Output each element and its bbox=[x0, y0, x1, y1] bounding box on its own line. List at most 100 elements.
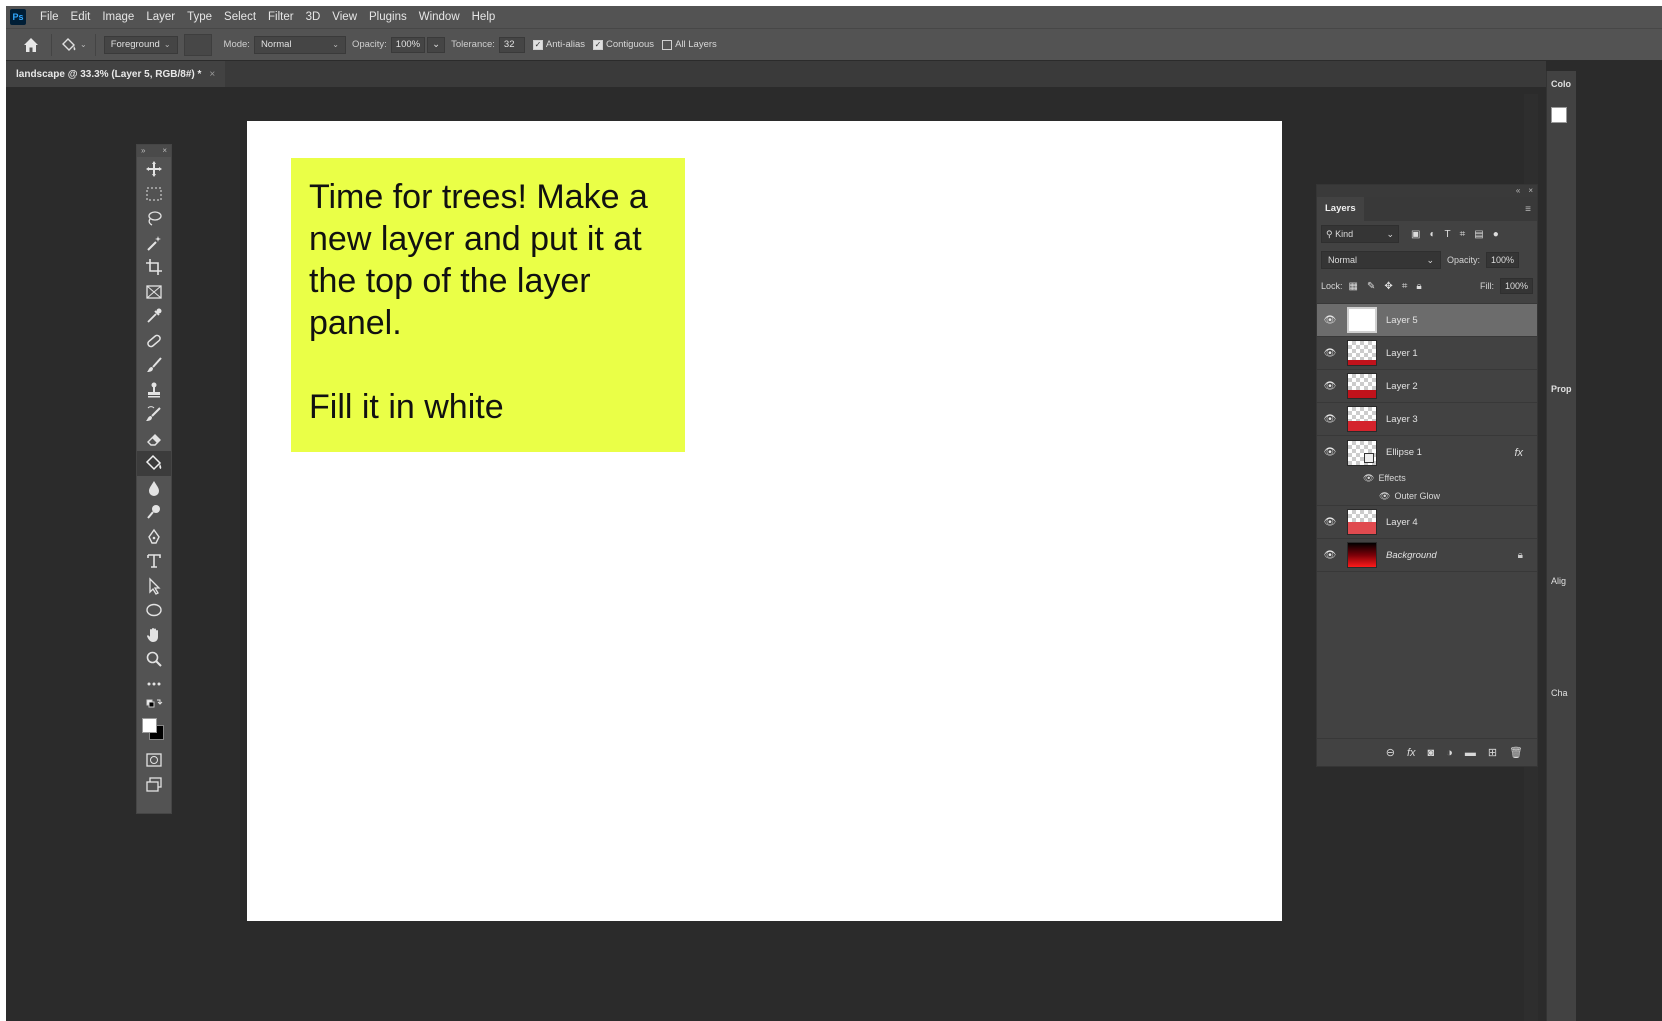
layer-opacity-input[interactable]: 100% bbox=[1486, 252, 1520, 268]
type-tool[interactable] bbox=[137, 549, 171, 574]
visibility-eye-icon[interactable]: 👁︎ bbox=[1317, 447, 1343, 458]
properties-panel-tab[interactable]: Prop bbox=[1551, 384, 1572, 394]
adjustment-layer-icon[interactable]: ◑ bbox=[1446, 747, 1453, 759]
menu-view[interactable]: View bbox=[326, 6, 363, 28]
blur-tool[interactable] bbox=[137, 476, 171, 501]
marquee-tool[interactable] bbox=[137, 182, 171, 207]
paint-bucket-tool[interactable] bbox=[137, 451, 171, 476]
visibility-eye-icon[interactable]: 👁︎ bbox=[1317, 517, 1343, 528]
eyedropper-tool[interactable] bbox=[137, 304, 171, 329]
document-tab[interactable]: landscape @ 33.3% (Layer 5, RGB/8#) * × bbox=[6, 61, 226, 87]
filter-kind-dropdown[interactable]: ⚲ Kind ⌄ bbox=[1321, 225, 1399, 243]
opacity-input[interactable]: 100% bbox=[390, 36, 426, 53]
layer-row-layer-5[interactable]: 👁︎ Layer 5 bbox=[1317, 304, 1537, 337]
brush-tool[interactable] bbox=[137, 353, 171, 378]
new-group-icon[interactable]: ▬ bbox=[1465, 747, 1476, 759]
link-layers-icon[interactable]: ⊖ bbox=[1386, 746, 1395, 759]
fill-input[interactable]: 100% bbox=[1499, 278, 1533, 294]
mode-dropdown[interactable]: Normal ⌄ bbox=[253, 35, 346, 54]
layer-row-layer-2[interactable]: 👁︎ Layer 2 bbox=[1317, 370, 1537, 403]
menu-edit[interactable]: Edit bbox=[65, 6, 97, 28]
color-panel-swatch[interactable] bbox=[1551, 107, 1567, 123]
eraser-tool[interactable] bbox=[137, 427, 171, 452]
healing-brush-tool[interactable] bbox=[137, 329, 171, 354]
layers-tab[interactable]: Layers bbox=[1317, 197, 1364, 221]
new-layer-icon[interactable]: ⊞ bbox=[1488, 746, 1497, 759]
shape-filter-icon[interactable]: ⌗ bbox=[1460, 229, 1466, 240]
image-filter-icon[interactable]: ▣ bbox=[1411, 229, 1420, 240]
quick-mask-button[interactable] bbox=[137, 748, 171, 773]
frame-tool[interactable] bbox=[137, 280, 171, 305]
visibility-eye-icon[interactable]: 👁︎ bbox=[1363, 473, 1374, 484]
pen-tool[interactable] bbox=[137, 525, 171, 550]
magic-wand-tool[interactable] bbox=[137, 231, 171, 256]
crop-tool[interactable] bbox=[137, 255, 171, 280]
anti-alias-checkbox[interactable]: ✓ Anti-alias bbox=[532, 39, 585, 50]
collapse-icon[interactable]: » bbox=[141, 145, 145, 157]
fill-source-dropdown[interactable]: Foreground ⌄ bbox=[103, 35, 178, 54]
lasso-tool[interactable] bbox=[137, 206, 171, 231]
layer-row-layer-1[interactable]: 👁︎ Layer 1 bbox=[1317, 337, 1537, 370]
smart-object-filter-icon[interactable]: ▤ bbox=[1474, 229, 1483, 240]
add-layer-style-icon[interactable]: fx bbox=[1407, 747, 1416, 759]
menu-plugins[interactable]: Plugins bbox=[363, 6, 413, 28]
zoom-tool[interactable] bbox=[137, 647, 171, 672]
menu-select[interactable]: Select bbox=[218, 6, 262, 28]
close-icon[interactable]: × bbox=[162, 145, 167, 157]
close-icon[interactable]: × bbox=[209, 69, 215, 80]
clone-stamp-tool[interactable] bbox=[137, 378, 171, 403]
path-selection-tool[interactable] bbox=[137, 574, 171, 599]
ellipse-tool[interactable] bbox=[137, 598, 171, 623]
tool-preset-picker[interactable]: ⌄ bbox=[60, 36, 87, 54]
trash-icon[interactable]: 🗑︎ bbox=[1509, 746, 1523, 759]
lock-all-icon[interactable]: 🔒︎ bbox=[1416, 281, 1421, 292]
menu-file[interactable]: File bbox=[34, 6, 65, 28]
lock-artboard-icon[interactable]: ⌗ bbox=[1402, 281, 1408, 292]
layer-row-ellipse-1[interactable]: 👁︎ Ellipse 1 fx bbox=[1317, 436, 1537, 469]
collapse-icon[interactable]: « bbox=[1516, 185, 1520, 197]
visibility-eye-icon[interactable]: 👁︎ bbox=[1317, 381, 1343, 392]
outer-glow-effect-row[interactable]: 👁︎ Outer Glow bbox=[1317, 487, 1537, 505]
character-panel-tab[interactable]: Cha bbox=[1551, 688, 1568, 698]
document-canvas[interactable]: Time for trees! Make a new layer and put… bbox=[247, 121, 1282, 921]
lock-transparency-icon[interactable]: ▦ bbox=[1349, 281, 1358, 292]
visibility-eye-icon[interactable]: 👁︎ bbox=[1379, 491, 1390, 502]
filter-toggle-icon[interactable]: ● bbox=[1493, 229, 1499, 240]
add-mask-icon[interactable]: ◙ bbox=[1428, 747, 1435, 759]
edit-toolbar-button[interactable] bbox=[137, 672, 171, 697]
visibility-eye-icon[interactable]: 👁︎ bbox=[1317, 348, 1343, 359]
color-swatches[interactable] bbox=[137, 714, 171, 748]
fx-icon[interactable]: fx bbox=[1514, 447, 1523, 459]
menu-type[interactable]: Type bbox=[181, 6, 218, 28]
pattern-picker[interactable] bbox=[183, 33, 212, 56]
menu-3d[interactable]: 3D bbox=[300, 6, 327, 28]
close-icon[interactable]: × bbox=[1528, 185, 1533, 197]
layer-row-background[interactable]: 👁︎ Background 🔒︎ bbox=[1317, 539, 1537, 572]
lock-pixels-icon[interactable]: ✎ bbox=[1367, 281, 1375, 292]
hand-tool[interactable] bbox=[137, 623, 171, 648]
visibility-eye-icon[interactable]: 👁︎ bbox=[1317, 414, 1343, 425]
all-layers-checkbox[interactable]: All Layers bbox=[662, 39, 717, 50]
type-filter-icon[interactable]: T bbox=[1445, 229, 1451, 240]
menu-help[interactable]: Help bbox=[466, 6, 502, 28]
adjustment-filter-icon[interactable]: ◐ bbox=[1429, 229, 1435, 240]
screen-mode-button[interactable] bbox=[137, 773, 171, 798]
menu-image[interactable]: Image bbox=[96, 6, 140, 28]
blend-mode-dropdown[interactable]: Normal ⌄ bbox=[1321, 251, 1441, 269]
home-button[interactable] bbox=[19, 33, 43, 57]
menu-layer[interactable]: Layer bbox=[140, 6, 181, 28]
visibility-eye-icon[interactable]: 👁︎ bbox=[1317, 550, 1343, 561]
history-brush-tool[interactable] bbox=[137, 402, 171, 427]
color-panel-tab[interactable]: Colo bbox=[1551, 79, 1571, 89]
menu-window[interactable]: Window bbox=[413, 6, 466, 28]
layer-row-layer-4[interactable]: 👁︎ Layer 4 bbox=[1317, 506, 1537, 539]
layer-row-layer-3[interactable]: 👁︎ Layer 3 bbox=[1317, 403, 1537, 436]
lock-position-icon[interactable]: ✥ bbox=[1384, 281, 1392, 292]
foreground-color-swatch[interactable] bbox=[142, 718, 157, 733]
dodge-tool[interactable] bbox=[137, 500, 171, 525]
menu-filter[interactable]: Filter bbox=[262, 6, 300, 28]
lock-icon[interactable]: 🔒︎ bbox=[1518, 550, 1523, 561]
move-tool[interactable] bbox=[137, 157, 171, 182]
panel-menu-icon[interactable]: ≡ bbox=[1525, 204, 1537, 221]
tolerance-input[interactable]: 32 bbox=[498, 36, 525, 53]
